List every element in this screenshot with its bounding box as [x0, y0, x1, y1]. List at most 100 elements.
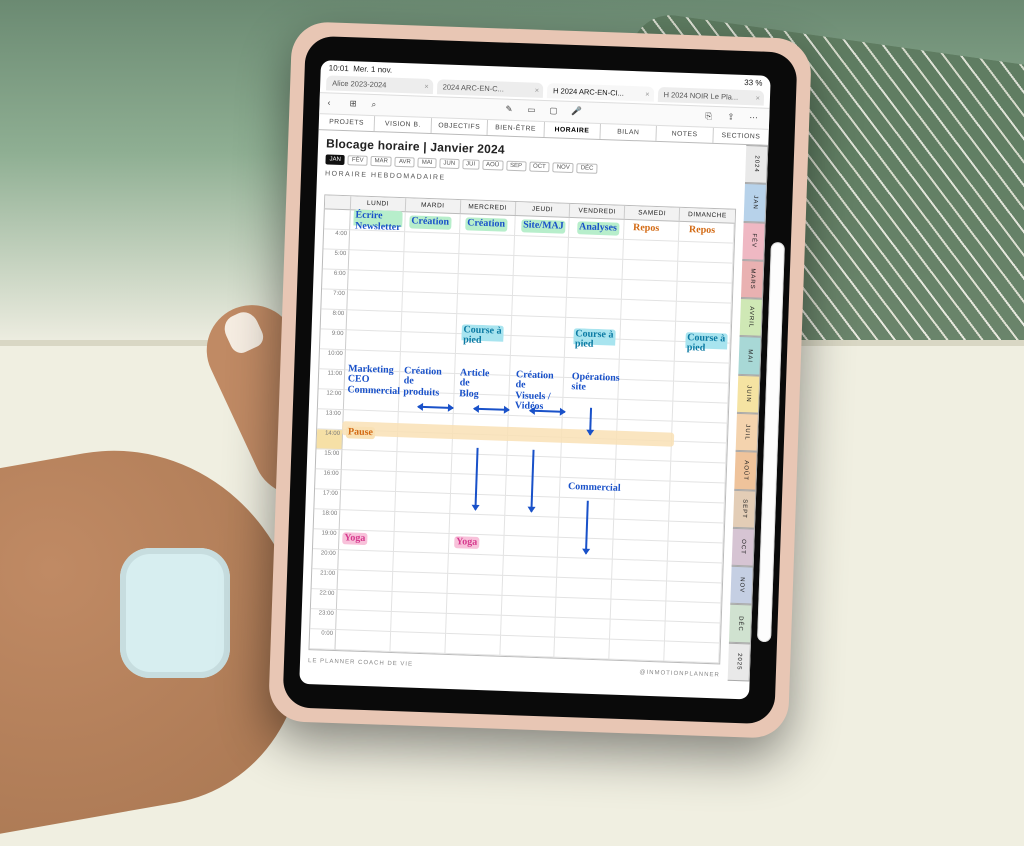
side-month-tab[interactable]: JUIL [736, 413, 759, 452]
calendar-cell[interactable] [456, 334, 512, 356]
calendar-cell[interactable] [393, 552, 449, 574]
calendar-cell[interactable] [338, 570, 394, 592]
calendar-cell[interactable] [345, 370, 401, 392]
calendar-cell[interactable] [623, 260, 679, 282]
calendar-cell[interactable] [563, 398, 619, 420]
calendar-cell[interactable] [666, 602, 722, 624]
calendar-cell[interactable] [504, 516, 560, 538]
calendar-cell[interactable] [614, 520, 670, 542]
calendar-cell[interactable] [392, 592, 448, 614]
calendar-cell[interactable] [341, 470, 397, 492]
calendar-cell[interactable] [673, 382, 729, 404]
calendar-cell[interactable] [556, 598, 612, 620]
calendar-cell[interactable] [614, 500, 670, 522]
calendar-cell[interactable] [343, 410, 399, 432]
more-icon[interactable]: ⋯ [749, 112, 761, 124]
calendar-cell[interactable] [666, 582, 722, 604]
calendar-cell[interactable] [502, 576, 558, 598]
calendar-cell[interactable] [458, 254, 514, 276]
calendar-cell[interactable] [337, 590, 393, 612]
side-month-tab[interactable]: OCT [732, 528, 755, 567]
calendar-cell[interactable] [568, 258, 624, 280]
calendar-cell[interactable] [340, 510, 396, 532]
calendar-cell[interactable] [508, 396, 564, 418]
calendar-cell[interactable] [611, 600, 667, 622]
calendar-cell[interactable] [395, 492, 451, 514]
calendar-cell[interactable] [515, 216, 571, 238]
calendar-cell[interactable] [513, 256, 569, 278]
calendar-cell[interactable] [458, 274, 514, 296]
side-month-tab[interactable]: SEPT [733, 489, 756, 528]
calendar-cell[interactable] [569, 238, 625, 260]
section-tab[interactable]: SECTIONS [713, 128, 769, 145]
calendar-cell[interactable] [399, 392, 455, 414]
side-month-tab[interactable]: MARS [741, 260, 764, 299]
calendar-cell[interactable] [335, 630, 391, 652]
calendar-cell[interactable] [505, 476, 561, 498]
calendar-cell[interactable] [610, 620, 666, 642]
planner-page[interactable]: Blocage horaire | Janvier 2024 JANFÉVMAR… [300, 130, 746, 681]
calendar-cell[interactable] [621, 300, 677, 322]
calendar-cell[interactable] [671, 462, 727, 484]
side-month-tab[interactable]: 2025 [728, 642, 751, 681]
section-tab[interactable]: OBJECTIFS [431, 118, 488, 135]
calendar-cell[interactable] [339, 530, 395, 552]
calendar-cell[interactable] [402, 292, 458, 314]
calendar-cell[interactable] [398, 412, 454, 434]
section-tab[interactable]: NOTES [657, 126, 714, 143]
calendar-cell[interactable] [397, 432, 453, 454]
calendar-cell[interactable] [510, 356, 566, 378]
calendar-cell[interactable] [615, 480, 671, 502]
calendar-cell[interactable] [617, 420, 673, 442]
calendar-cell[interactable] [678, 242, 734, 264]
calendar-cell[interactable] [390, 632, 446, 654]
calendar-cell[interactable] [400, 352, 456, 374]
calendar-cell[interactable] [450, 494, 506, 516]
calendar-cell[interactable] [401, 312, 457, 334]
calendar-cell[interactable] [342, 430, 398, 452]
month-chip[interactable]: AVR [395, 157, 415, 168]
calendar-cell[interactable] [559, 518, 615, 540]
calendar-cell[interactable] [403, 272, 459, 294]
month-chip[interactable]: DÉC [577, 163, 598, 174]
calendar-cell[interactable] [512, 276, 568, 298]
section-tab[interactable]: VISION B. [375, 116, 432, 133]
section-tab[interactable]: BILAN [600, 124, 657, 141]
calendar-cell[interactable] [560, 478, 616, 500]
calendar-cell[interactable] [404, 252, 460, 274]
month-chip[interactable]: AOÛ [482, 160, 503, 171]
calendar-cell[interactable] [455, 354, 511, 376]
calendar-cell[interactable] [567, 298, 623, 320]
calendar-cell[interactable] [616, 460, 672, 482]
calendar-cell[interactable] [507, 436, 563, 458]
calendar-cell[interactable] [511, 316, 567, 338]
calendar-cell[interactable] [348, 270, 404, 292]
calendar-cell[interactable] [619, 380, 675, 402]
calendar-cell[interactable] [349, 230, 405, 252]
calendar-cell[interactable] [674, 362, 730, 384]
calendar-cell[interactable] [612, 580, 668, 602]
document-tab[interactable]: H 2024 ARC-EN-CI...× [547, 83, 654, 102]
calendar-cell[interactable] [391, 612, 447, 634]
calendar-cell[interactable] [675, 342, 731, 364]
calendar-cell[interactable] [676, 322, 732, 344]
calendar-cell[interactable] [664, 642, 720, 664]
calendar-cell[interactable] [622, 280, 678, 302]
document-tab[interactable]: 2024 ARC-EN-C...× [436, 79, 543, 98]
calendar-cell[interactable] [347, 310, 403, 332]
calendar-cell[interactable] [345, 350, 401, 372]
calendar-cell[interactable] [620, 340, 676, 362]
calendar-cell[interactable] [567, 278, 623, 300]
calendar-cell[interactable] [557, 578, 613, 600]
back-icon[interactable]: ‹ [327, 97, 339, 109]
calendar-cell[interactable] [555, 618, 611, 640]
side-month-tab[interactable]: MAI [738, 336, 761, 375]
calendar-cell[interactable] [676, 302, 732, 324]
calendar-cell[interactable] [394, 512, 450, 534]
month-chip[interactable]: FÉV [348, 155, 368, 166]
calendar-cell[interactable] [459, 234, 515, 256]
calendar-cell[interactable] [514, 236, 570, 258]
eraser-tool-icon[interactable]: ▢ [549, 105, 561, 117]
share-icon[interactable]: ⇪ [727, 111, 739, 123]
calendar-cell[interactable] [399, 372, 455, 394]
